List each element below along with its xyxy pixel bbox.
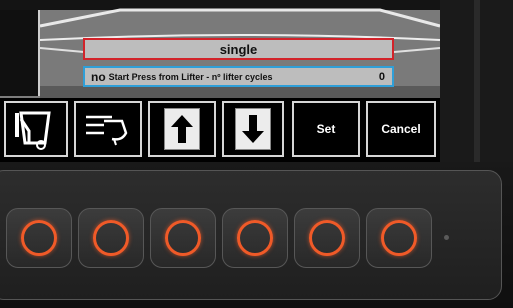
bezel-divider: [474, 0, 480, 168]
lifter-tilt-icon: [15, 111, 51, 150]
hardware-key-1[interactable]: [6, 208, 72, 268]
mode-selector-field[interactable]: single: [83, 38, 394, 60]
status-led: [444, 235, 449, 240]
set-button[interactable]: Set: [292, 101, 360, 157]
arrow-up-icon: [171, 115, 193, 143]
parameter-field[interactable]: no Start Press from Lifter - nº lifter c…: [83, 66, 394, 87]
display-screen: single no Start Press from Lifter - nº l…: [0, 0, 513, 98]
softkey-bar: Set Cancel: [0, 98, 440, 162]
circle-ring-icon: [21, 220, 57, 256]
arrow-down-icon: [242, 115, 264, 143]
arrow-up-tile: [164, 108, 200, 150]
arrow-down-tile: [235, 108, 271, 150]
lifter-arm-icon: [86, 115, 128, 146]
hardware-key-3[interactable]: [150, 208, 216, 268]
circle-ring-icon: [309, 220, 345, 256]
lifter-tilt-button[interactable]: [4, 101, 68, 157]
left-info-panel: [0, 10, 40, 96]
hardware-key-2[interactable]: [78, 208, 144, 268]
parameter-label: Start Press from Lifter - nº lifter cycl…: [108, 71, 273, 82]
mode-value: single: [219, 41, 258, 57]
hardware-key-6[interactable]: [366, 208, 432, 268]
arrow-down-button[interactable]: [222, 101, 284, 157]
circle-ring-icon: [165, 220, 201, 256]
arrow-up-button[interactable]: [148, 101, 216, 157]
cancel-button[interactable]: Cancel: [366, 101, 436, 157]
lifter-arm-button[interactable]: [74, 101, 142, 157]
parameter-flag: no: [91, 69, 106, 84]
hardware-key-4[interactable]: [222, 208, 288, 268]
circle-ring-icon: [381, 220, 417, 256]
parameter-value: 0: [378, 70, 385, 83]
circle-ring-icon: [237, 220, 273, 256]
circle-ring-icon: [93, 220, 129, 256]
hardware-key-5[interactable]: [294, 208, 360, 268]
